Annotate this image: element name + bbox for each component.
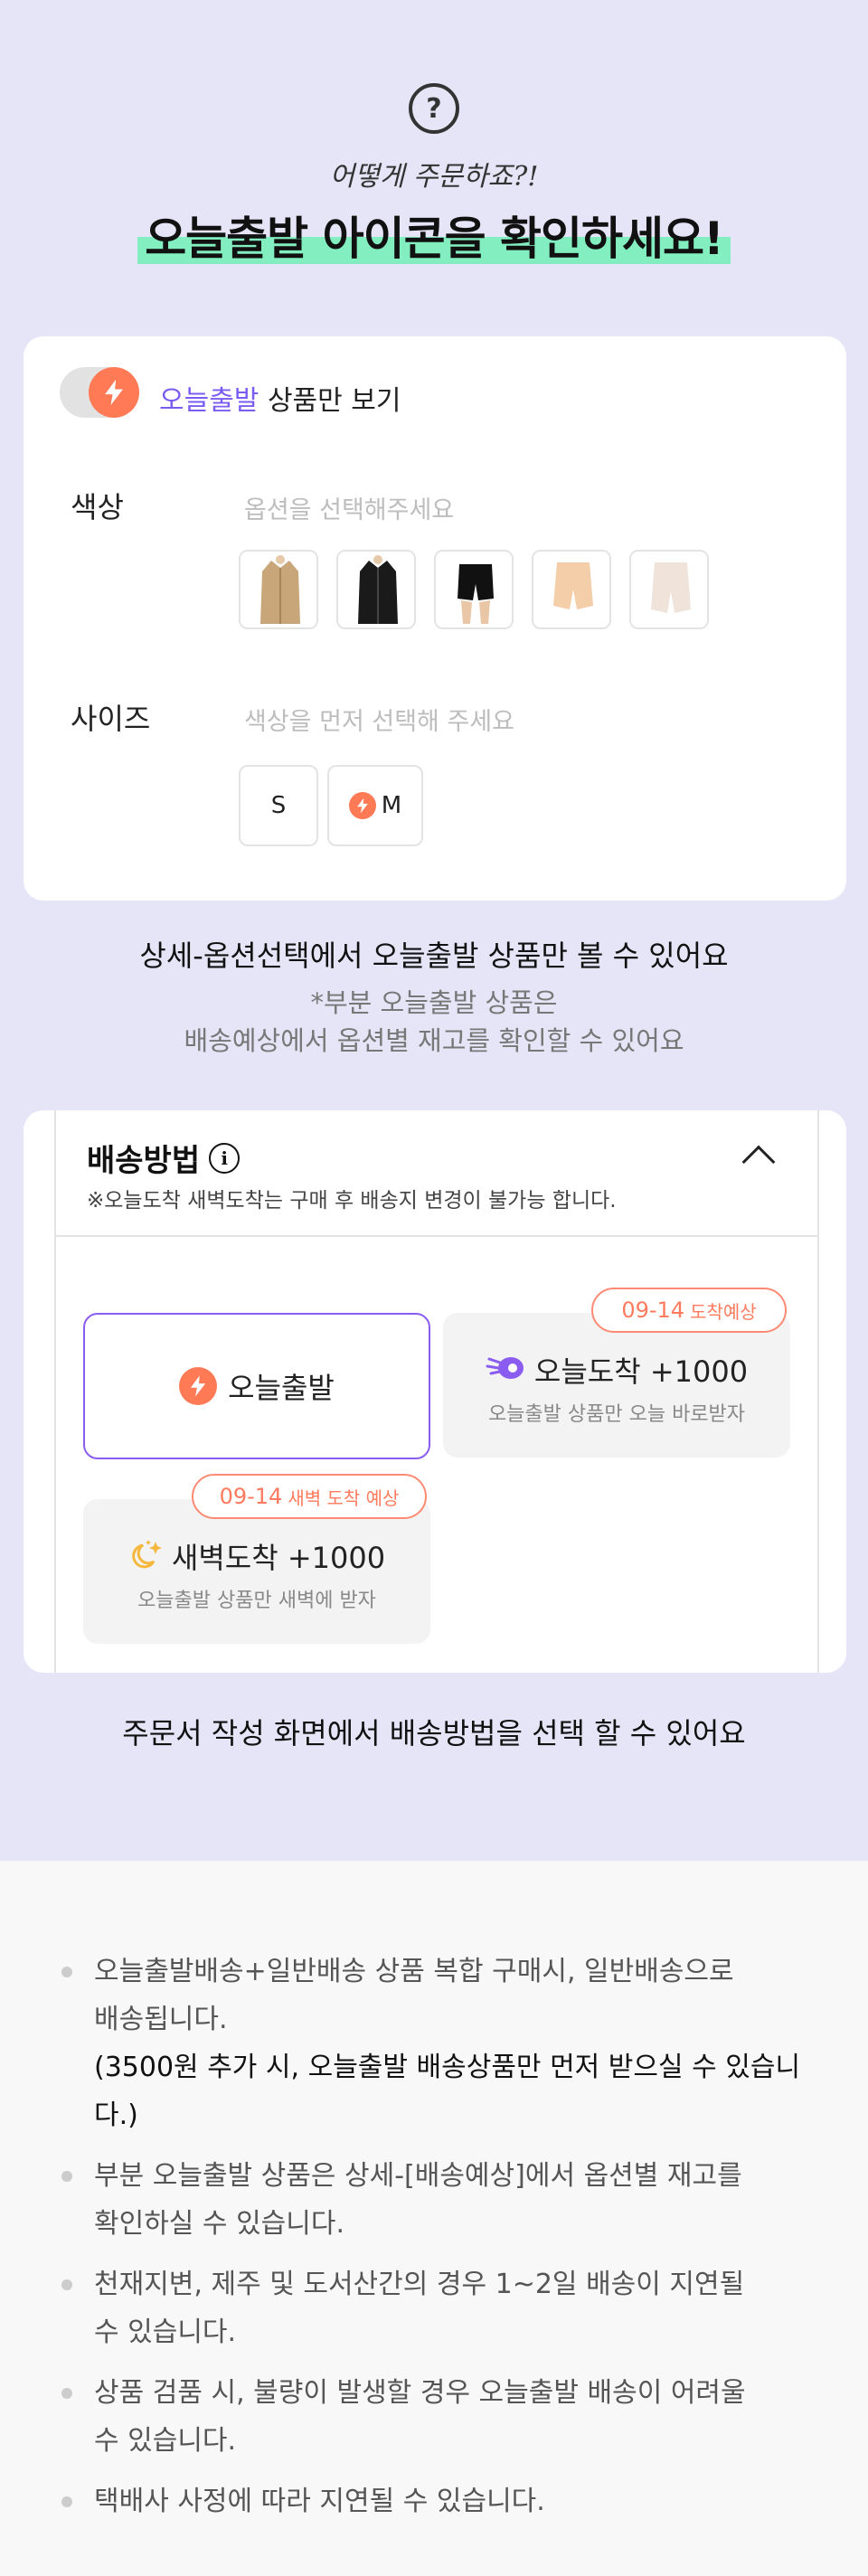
list-item: 천재지변, 제주 및 도서산간의 경우 1~2일 배송이 지연될 수 있습니다.	[60, 2260, 828, 2356]
lightning-icon	[179, 1367, 218, 1405]
page-title: 오늘출발 아이콘을 확인하세요!	[137, 203, 731, 268]
shipping-note: ※오늘도착 새벽도착는 구매 후 배송지 변경이 불가능 합니다.	[87, 1189, 617, 1213]
dawn-arrive-subtitle: 오늘출발 상품만 새벽에 받자	[137, 1590, 376, 1612]
list-item: 택배사 사정에 따라 지연될 수 있습니다.	[60, 2477, 828, 2525]
list-item: 부분 오늘출발 상품은 상세-[배송예상]에서 옵션별 재고를 확인하실 수 있…	[60, 2152, 828, 2248]
script-subtitle: 어떻게 주문하죠?!	[329, 161, 539, 193]
lightning-icon	[348, 792, 376, 819]
option-select-card: 오늘출발 상품만 보기 색상 옵션을 선택해주세요 사이즈 색상을 먼저 선택해…	[24, 336, 846, 901]
today-ship-toggle[interactable]	[60, 367, 139, 418]
color-label: 색상	[71, 490, 124, 524]
caption2: 주문서 작성 화면에서 배송방법을 선택 할 수 있어요	[122, 1716, 746, 1750]
size-placeholder: 색상을 먼저 선택해 주세요	[244, 708, 514, 736]
chevron-up-icon[interactable]	[741, 1145, 776, 1179]
today-arrive-subtitle: 오늘출발 상품만 오늘 바로받자	[487, 1403, 746, 1426]
swatch-black-coat[interactable]	[336, 550, 416, 629]
notice-list: 오늘출발배송+일반배송 상품 복합 구매시, 일반배송으로 배송됩니다. (35…	[60, 1948, 828, 2525]
list-item: 오늘출발배송+일반배송 상품 복합 구매시, 일반배송으로 배송됩니다. (35…	[60, 1948, 828, 2139]
ship-option-today-depart[interactable]: 오늘출발	[83, 1313, 430, 1459]
swatch-nude-shorts[interactable]	[532, 550, 611, 629]
toggle-label: 오늘출발 상품만 보기	[159, 385, 401, 417]
top-section: ? 어떻게 주문하죠?! 오늘출발 아이콘을 확인하세요! 오늘출발 상품만 보…	[0, 0, 868, 1861]
size-button-s[interactable]: S	[239, 765, 318, 846]
swatch-ivory-shorts[interactable]	[629, 550, 709, 629]
lightning-icon	[89, 367, 139, 418]
arrival-badge: 09-14 도착예상	[591, 1288, 787, 1333]
swatch-beige-coat[interactable]	[239, 550, 318, 629]
list-item: 상품 검품 시, 불량이 발생할 경우 오늘출발 배송이 어려울 수 있습니다.	[60, 2369, 828, 2465]
dawn-badge: 09-14 새벽 도착 예상	[192, 1474, 427, 1519]
caption1-sub2: 배송예상에서 옵션별 재고를 확인할 수 있어요	[184, 1025, 684, 1056]
notice-section: 오늘출발배송+일반배송 상품 복합 구매시, 일반배송으로 배송됩니다. (35…	[0, 1861, 868, 2576]
ship-option-dawn-arrive[interactable]: 새벽도착 +1000 오늘출발 상품만 새벽에 받자	[83, 1499, 430, 1644]
info-icon[interactable]: i	[209, 1142, 241, 1174]
rocket-icon	[486, 1352, 525, 1388]
swatch-black-shorts[interactable]	[434, 550, 514, 629]
shipping-method-card: 배송방법 i ※오늘도착 새벽도착는 구매 후 배송지 변경이 불가능 합니다.…	[24, 1110, 846, 1673]
size-button-m[interactable]: M	[327, 765, 423, 846]
shipping-header[interactable]: 배송방법 i ※오늘도착 새벽도착는 구매 후 배송지 변경이 불가능 합니다.	[56, 1110, 817, 1237]
color-placeholder: 옵션을 선택해주세요	[244, 496, 455, 524]
moon-stars-icon	[128, 1538, 165, 1574]
caption1-sub1: *부분 오늘출발 상품은	[310, 987, 558, 1018]
ship-option-today-arrive[interactable]: 오늘도착 +1000 오늘출발 상품만 오늘 바로받자	[443, 1313, 790, 1458]
shipping-title: 배송방법	[87, 1143, 201, 1179]
question-circle-icon: ?	[409, 83, 459, 134]
caption1-main: 상세-옵션선택에서 오늘출발 상품만 볼 수 있어요	[139, 939, 729, 973]
size-label: 사이즈	[71, 702, 151, 736]
